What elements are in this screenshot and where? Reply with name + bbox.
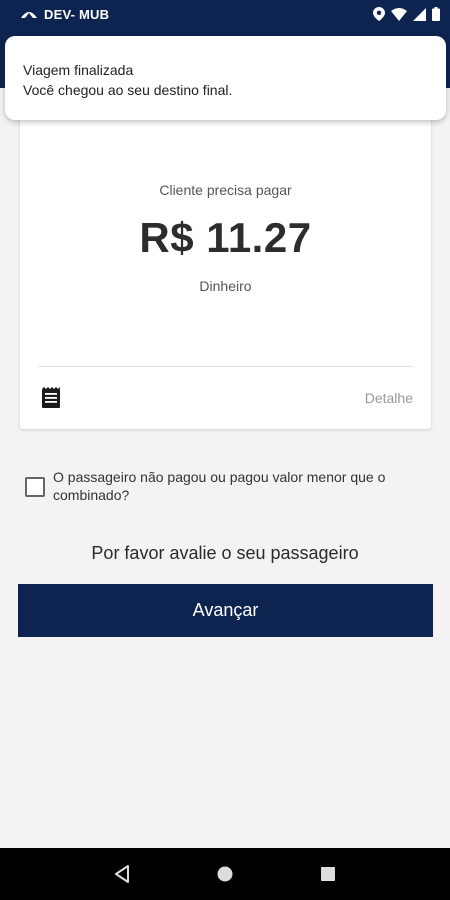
app-logo-icon: [21, 12, 37, 18]
receipt-icon[interactable]: [40, 387, 62, 409]
unpaid-checkbox[interactable]: [25, 477, 45, 497]
notification-title: Viagem finalizada: [23, 62, 134, 78]
notification-body: Você chegou ao seu destino final.: [23, 82, 233, 98]
advance-button[interactable]: Avançar: [18, 584, 433, 637]
detail-link[interactable]: Detalhe: [365, 390, 413, 406]
back-button[interactable]: [110, 862, 134, 886]
trip-finished-notification[interactable]: Viagem finalizada Você chegou ao seu des…: [5, 36, 446, 120]
wifi-icon: [391, 7, 407, 21]
payment-amount: R$ 11.27: [139, 214, 312, 261]
back-icon: [114, 865, 129, 883]
status-bar: DEV- MUB: [0, 0, 450, 28]
recents-button[interactable]: [316, 862, 340, 886]
home-button[interactable]: [213, 862, 237, 886]
unpaid-checkbox-row[interactable]: O passageiro não pagou ou pagou valor me…: [25, 468, 430, 504]
home-icon: [217, 866, 233, 882]
rate-passenger-prompt: Por favor avalie o seu passageiro: [91, 543, 359, 563]
recents-icon: [321, 867, 336, 881]
card-divider: [38, 366, 413, 367]
status-app-name: DEV- MUB: [44, 6, 110, 22]
payment-card: Cliente precisa pagar R$ 11.27 Dinheiro …: [20, 100, 431, 429]
payment-label: Cliente precisa pagar: [159, 182, 292, 198]
system-nav-bar: [0, 848, 450, 900]
payment-method: Dinheiro: [199, 278, 252, 294]
battery-icon: [432, 7, 440, 21]
unpaid-checkbox-label[interactable]: O passageiro não pagou ou pagou valor me…: [53, 468, 430, 504]
signal-icon: [413, 7, 426, 21]
location-icon: [373, 7, 385, 21]
status-left: DEV- MUB: [20, 7, 109, 22]
status-icons: [373, 7, 440, 21]
